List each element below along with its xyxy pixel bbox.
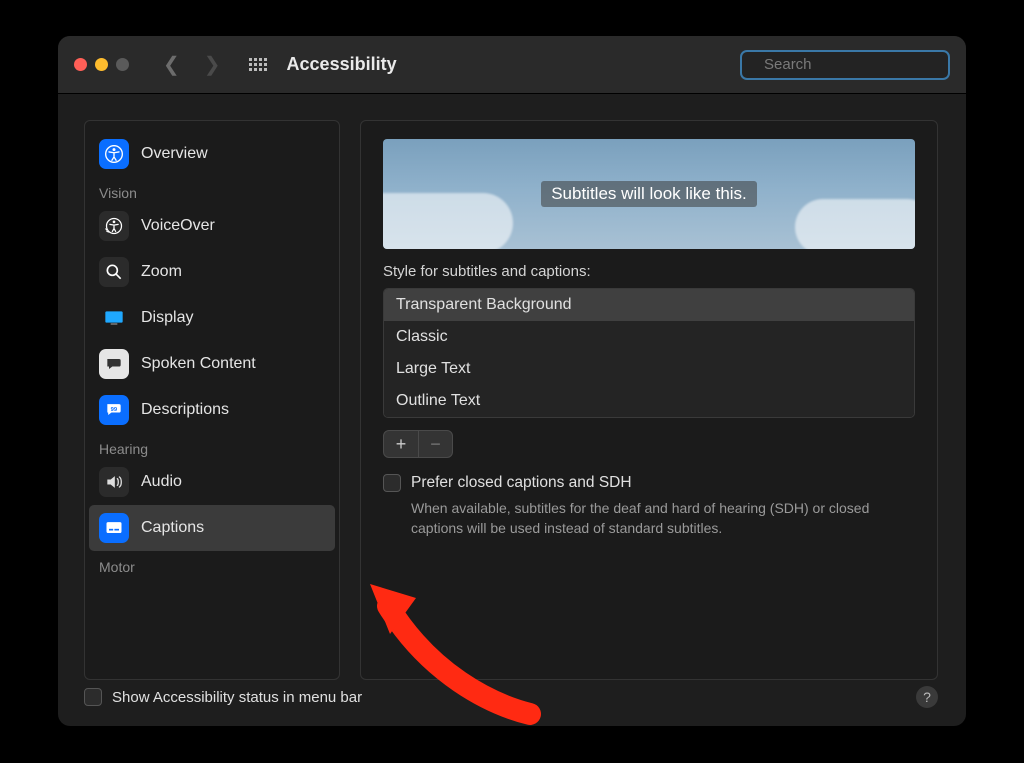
window-title: Accessibility xyxy=(287,54,397,75)
maximize-button[interactable] xyxy=(116,58,129,71)
traffic-lights xyxy=(74,58,129,71)
sidebar-item-label: Captions xyxy=(141,519,204,537)
sidebar-item-label: Descriptions xyxy=(141,401,229,419)
sidebar-item-label: Display xyxy=(141,309,193,327)
zoom-icon xyxy=(99,257,129,287)
sidebar-item-audio[interactable]: Audio xyxy=(89,459,335,505)
sidebar-item-label: Zoom xyxy=(141,263,182,281)
sidebar-item-zoom[interactable]: Zoom xyxy=(89,249,335,295)
sidebar-section-vision: Vision xyxy=(89,177,335,203)
show-all-icon[interactable] xyxy=(249,58,267,71)
sidebar-item-spoken-content[interactable]: Spoken Content xyxy=(89,341,335,387)
prefer-sdh-label: Prefer closed captions and SDH xyxy=(411,474,632,492)
sidebar-item-overview[interactable]: Overview xyxy=(89,131,335,177)
preview-subtitle-text: Subtitles will look like this. xyxy=(541,181,757,207)
titlebar: ❮ ❯ Accessibility xyxy=(58,36,966,94)
captions-icon xyxy=(99,513,129,543)
add-remove-group: + − xyxy=(383,430,453,458)
sidebar-item-label: Spoken Content xyxy=(141,355,256,373)
accessibility-icon xyxy=(99,139,129,169)
menubar-status-checkbox[interactable] xyxy=(84,688,102,706)
sidebar-item-voiceover[interactable]: VoiceOver xyxy=(89,203,335,249)
search-input[interactable] xyxy=(764,56,963,73)
prefer-sdh-help: When available, subtitles for the deaf a… xyxy=(411,498,891,539)
style-option-large-text[interactable]: Large Text xyxy=(384,353,914,385)
sidebar-item-captions[interactable]: Captions xyxy=(89,505,335,551)
audio-icon xyxy=(99,467,129,497)
caption-preview: Subtitles will look like this. xyxy=(383,139,915,249)
sidebar-item-label: Audio xyxy=(141,473,182,491)
sidebar-item-display[interactable]: Display xyxy=(89,295,335,341)
sidebar-item-descriptions[interactable]: 99 Descriptions xyxy=(89,387,335,433)
back-button[interactable]: ❮ xyxy=(163,55,180,75)
style-option-classic[interactable]: Classic xyxy=(384,321,914,353)
close-button[interactable] xyxy=(74,58,87,71)
descriptions-icon: 99 xyxy=(99,395,129,425)
sidebar: Overview Vision VoiceOver Zoom xyxy=(84,120,340,680)
menubar-status-label: Show Accessibility status in menu bar xyxy=(112,689,362,706)
voiceover-icon xyxy=(99,211,129,241)
display-icon xyxy=(99,303,129,333)
add-style-button[interactable]: + xyxy=(384,431,418,457)
sidebar-section-hearing: Hearing xyxy=(89,433,335,459)
content-area: Overview Vision VoiceOver Zoom xyxy=(58,94,966,726)
sidebar-item-label: VoiceOver xyxy=(141,217,215,235)
main-pane: Subtitles will look like this. Style for… xyxy=(360,120,938,680)
search-field-wrap[interactable] xyxy=(740,50,950,80)
spoken-content-icon xyxy=(99,349,129,379)
forward-button[interactable]: ❯ xyxy=(204,55,221,75)
nav-arrows: ❮ ❯ xyxy=(163,55,221,75)
sidebar-section-motor: Motor xyxy=(89,551,335,577)
style-option-transparent[interactable]: Transparent Background xyxy=(384,289,914,321)
prefer-sdh-checkbox[interactable] xyxy=(383,474,401,492)
remove-style-button[interactable]: − xyxy=(418,431,452,457)
svg-text:99: 99 xyxy=(111,407,118,413)
style-label: Style for subtitles and captions: xyxy=(383,263,915,280)
sidebar-item-label: Overview xyxy=(141,145,208,163)
style-option-outline-text[interactable]: Outline Text xyxy=(384,385,914,417)
minimize-button[interactable] xyxy=(95,58,108,71)
help-button[interactable]: ? xyxy=(916,686,938,708)
style-list: Transparent Background Classic Large Tex… xyxy=(383,288,915,418)
preferences-window: ❮ ❯ Accessibility Overview xyxy=(58,36,966,726)
footer: Show Accessibility status in menu bar ? xyxy=(84,686,938,708)
